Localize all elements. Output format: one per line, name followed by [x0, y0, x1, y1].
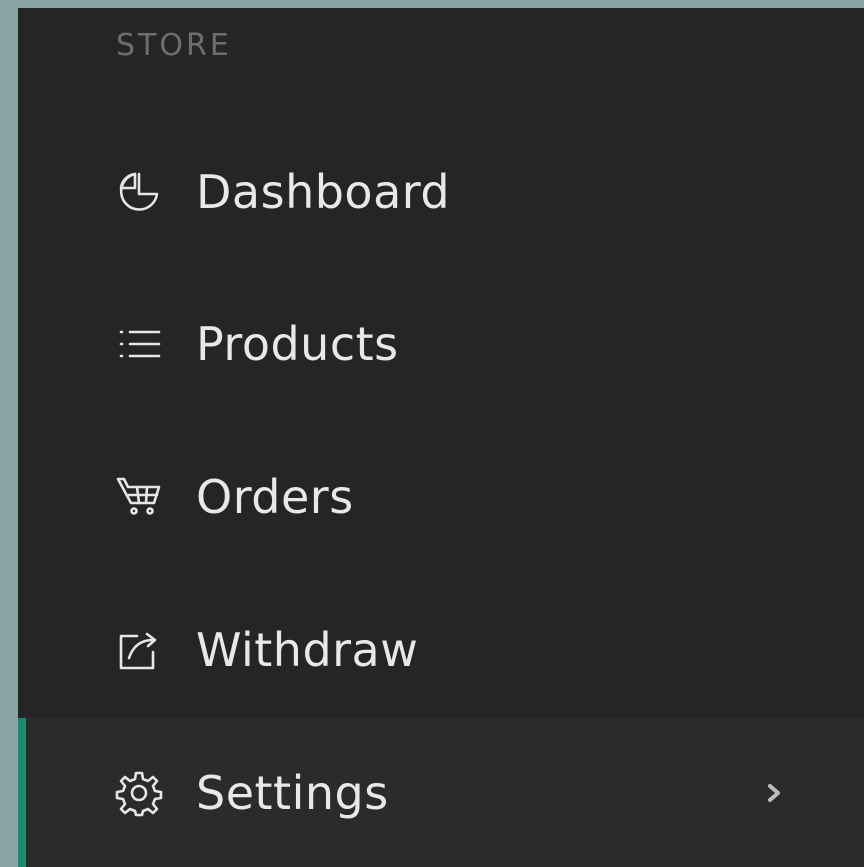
pie-chart-icon — [114, 167, 164, 217]
sidebar-item-label: Products — [196, 317, 399, 371]
chevron-right-icon[interactable] — [762, 778, 786, 808]
withdraw-icon — [114, 625, 164, 675]
sidebar-item-settings[interactable]: Settings — [18, 718, 864, 867]
page-frame: STORE Dashboard Products Orders Withdraw… — [0, 0, 864, 867]
gear-icon — [114, 768, 164, 818]
active-indicator — [18, 718, 26, 867]
sidebar-item-label: Dashboard — [196, 165, 451, 219]
sidebar-item-orders[interactable]: Orders — [18, 421, 864, 573]
sidebar: STORE Dashboard Products Orders Withdraw… — [18, 8, 864, 867]
sidebar-item-label: Orders — [196, 470, 354, 524]
sidebar-item-label: Settings — [196, 765, 389, 820]
list-icon — [114, 319, 164, 369]
sidebar-item-withdraw[interactable]: Withdraw — [18, 574, 864, 726]
section-label-store: STORE — [116, 28, 232, 63]
cart-icon — [114, 472, 164, 522]
sidebar-item-label: Withdraw — [196, 623, 419, 677]
sidebar-item-products[interactable]: Products — [18, 268, 864, 420]
sidebar-item-dashboard[interactable]: Dashboard — [18, 116, 864, 268]
